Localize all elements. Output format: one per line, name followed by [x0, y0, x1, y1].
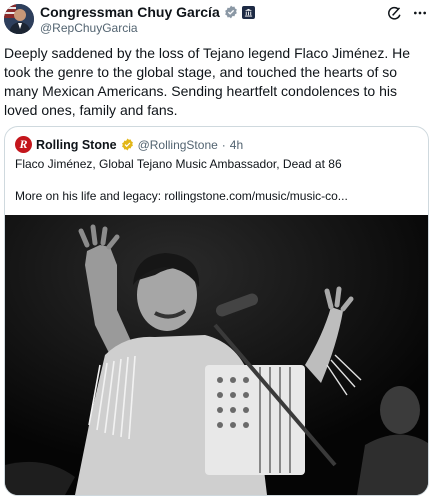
- grok-icon[interactable]: [386, 5, 402, 21]
- more-icon[interactable]: [412, 5, 428, 21]
- verified-badge-icon: [224, 5, 238, 19]
- quote-link-text[interactable]: More on his life and legacy: rollingston…: [15, 189, 348, 203]
- avatar[interactable]: [4, 4, 34, 34]
- media-photo[interactable]: [5, 215, 428, 495]
- quote-author-name[interactable]: Rolling Stone: [36, 138, 117, 152]
- quote-timestamp[interactable]: 4h: [230, 138, 243, 152]
- display-name[interactable]: Congressman Chuy García: [40, 4, 220, 20]
- gold-verified-badge-icon: [121, 138, 134, 151]
- tweet-header: Congressman Chuy García @RepChuyGarcia: [4, 2, 430, 38]
- tweet-text: Deeply saddened by the loss of Tejano le…: [4, 45, 410, 118]
- government-badge-icon: [241, 5, 255, 19]
- quote-tweet-card[interactable]: R Rolling Stone @RollingStone · 4h Flaco…: [4, 126, 429, 496]
- handle[interactable]: @RepChuyGarcia: [40, 21, 138, 35]
- quote-headline: Flaco Jiménez, Global Tejano Music Ambas…: [15, 157, 342, 171]
- meta-separator: ·: [221, 137, 226, 152]
- quote-author-handle[interactable]: @RollingStone: [138, 138, 218, 152]
- rolling-stone-logo[interactable]: R: [15, 136, 32, 153]
